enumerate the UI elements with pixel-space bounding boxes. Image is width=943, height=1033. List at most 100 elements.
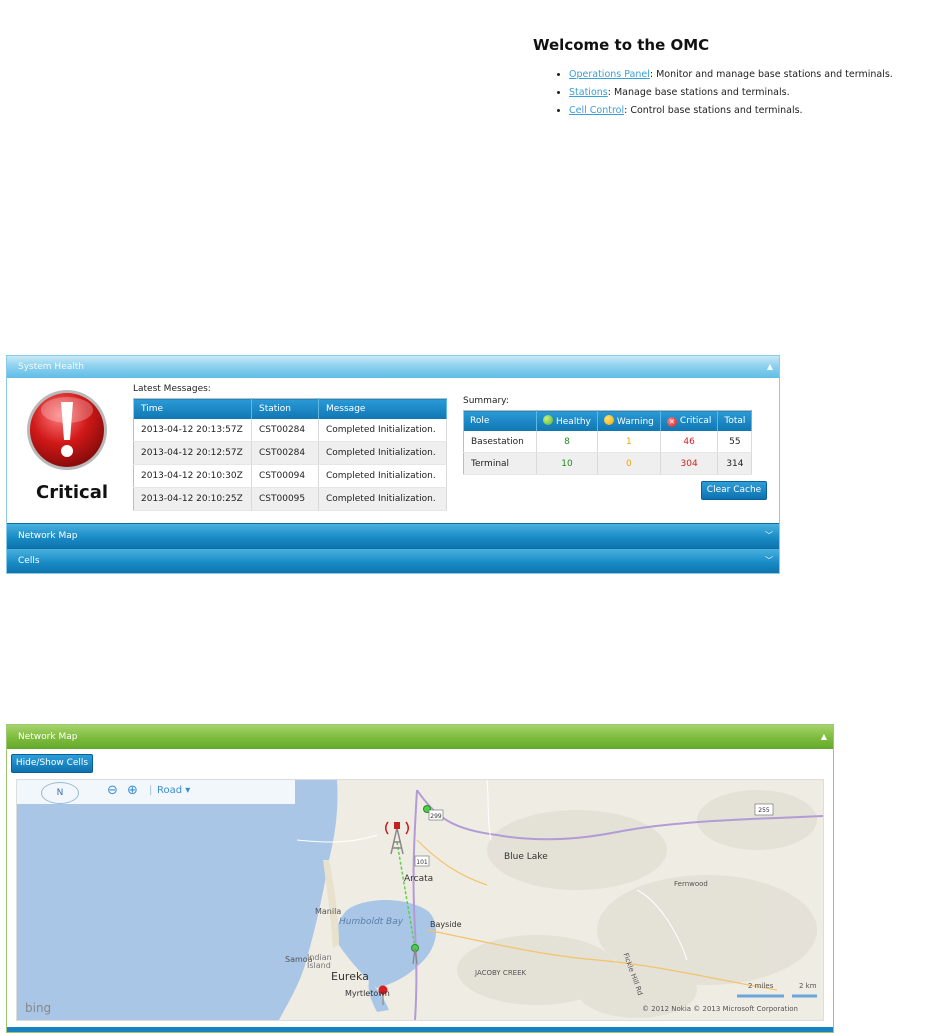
message-text: Completed Initialization. <box>318 441 447 465</box>
healthy-count: 10 <box>536 452 598 475</box>
warning-label: Warning <box>616 417 654 427</box>
total-count: 314 <box>717 452 753 475</box>
system-health-title: System Health <box>18 362 84 372</box>
map-canvas[interactable]: 299 101 255 <box>17 780 823 1020</box>
toolbar-divider: | <box>149 785 153 796</box>
welcome-item-desc: : Control base stations and terminals. <box>624 105 803 116</box>
place-humboldt-bay: Humboldt Bay <box>339 917 404 927</box>
column-header-time[interactable]: Time <box>133 398 252 419</box>
scale-miles-label: 2 miles <box>748 982 774 990</box>
welcome-item-operations: Operations Panel: Monitor and manage bas… <box>569 66 933 84</box>
message-station: CST00094 <box>251 464 319 488</box>
welcome-item-stations: Stations: Manage base stations and termi… <box>569 84 933 102</box>
route-255-label: 255 <box>758 807 770 814</box>
critical-icon: ✕ <box>666 416 677 427</box>
network-map[interactable]: 299 101 255 Blue Lake Arcata Humboldt Ba… <box>16 779 824 1021</box>
network-map-panel: Network Map ▲ Hide/Show Cells 299 101 25… <box>6 724 834 1033</box>
route-299-label: 299 <box>430 813 442 820</box>
system-health-body: Critical Latest Messages: Time Station M… <box>7 378 779 523</box>
warning-icon <box>603 415 614 425</box>
cells-accordion-header[interactable]: Cells ﹀ <box>7 548 779 573</box>
zoom-in-icon[interactable]: ⊕ <box>127 783 138 798</box>
place-indian-island: Indian Island <box>307 953 332 970</box>
message-time: 2013-04-12 20:12:57Z <box>133 441 252 465</box>
message-text: Completed Initialization. <box>318 464 447 488</box>
latest-messages-table: Time Station Message 2013-04-12 20:13:57… <box>133 398 447 511</box>
table-row[interactable]: 2013-04-12 20:12:57Z CST00284 Completed … <box>133 441 447 465</box>
message-station: CST00284 <box>251 441 319 465</box>
warning-count: 0 <box>597 452 661 475</box>
healthy-label: Healthy <box>556 417 591 427</box>
role-name: Basestation <box>463 431 537 453</box>
expand-arrow-icon[interactable]: ﹀ <box>765 549 773 573</box>
message-text: Completed Initialization. <box>318 419 447 442</box>
network-map-title: Network Map <box>18 732 78 742</box>
place-arcata: Arcata <box>404 874 434 884</box>
place-manila: Manila <box>315 907 342 916</box>
table-row[interactable]: 2013-04-12 20:10:30Z CST00094 Completed … <box>133 464 447 488</box>
latest-messages-label: Latest Messages: <box>133 384 211 394</box>
place-bayside: Bayside <box>430 920 462 929</box>
column-header-total[interactable]: Total <box>717 410 753 431</box>
compass-icon[interactable]: N <box>41 782 79 804</box>
system-health-header[interactable]: System Health ▲ <box>7 356 779 378</box>
column-header-role[interactable]: Role <box>463 410 537 431</box>
map-copyright: © 2012 Nokia © 2013 Microsoft Corporatio… <box>642 1005 798 1013</box>
message-station: CST00284 <box>251 419 319 442</box>
healthy-count: 8 <box>536 431 598 453</box>
message-text: Completed Initialization. <box>318 487 447 511</box>
operations-panel-link[interactable]: Operations Panel <box>569 69 650 80</box>
critical-label: Critical <box>679 415 712 426</box>
system-status-label: Critical <box>36 482 109 503</box>
map-style-dropdown[interactable]: Road ▾ <box>157 785 190 796</box>
message-time: 2013-04-12 20:13:57Z <box>133 419 252 442</box>
hide-show-cells-button[interactable]: Hide/Show Cells <box>11 754 93 773</box>
map-toolbar: N ⊖ ⊕ | Road ▾ <box>17 780 295 804</box>
cells-accordion-title: Cells <box>18 556 40 566</box>
table-row[interactable]: 2013-04-12 20:10:25Z CST00095 Completed … <box>133 487 447 511</box>
table-row[interactable]: 2013-04-12 20:13:57Z CST00284 Completed … <box>133 419 447 442</box>
collapse-arrow-icon[interactable]: ▲ <box>821 725 827 749</box>
place-fernwood: Fernwood <box>674 880 708 888</box>
column-header-message[interactable]: Message <box>318 398 447 419</box>
message-time: 2013-04-12 20:10:25Z <box>133 487 252 511</box>
network-map-accordion-title: Network Map <box>18 531 78 541</box>
network-map-header[interactable]: Network Map ▲ <box>7 725 833 749</box>
network-map-accordion-header[interactable]: Network Map ﹀ <box>7 523 779 548</box>
welcome-links: Operations Panel: Monitor and manage bas… <box>533 66 933 120</box>
role-name: Terminal <box>463 452 537 475</box>
message-time: 2013-04-12 20:10:30Z <box>133 464 252 488</box>
welcome-item-desc: : Manage base stations and terminals. <box>607 87 790 98</box>
bing-logo: bing <box>25 1001 52 1015</box>
scale-km-label: 2 km <box>799 982 817 990</box>
summary-label: Summary: <box>463 396 509 406</box>
place-jacoby-creek: JACOBY CREEK <box>475 969 527 977</box>
summary-table: Role Healthy Warning ✕ Critical Total Bas… <box>463 410 753 475</box>
table-row[interactable]: Basestation 8 1 46 55 <box>463 431 753 453</box>
critical-count: 304 <box>660 452 719 475</box>
column-header-station[interactable]: Station <box>251 398 319 419</box>
critical-alert-icon <box>27 390 107 470</box>
route-101-label: 101 <box>416 859 428 866</box>
table-row[interactable]: Terminal 10 0 304 314 <box>463 452 753 475</box>
expand-arrow-icon[interactable]: ﹀ <box>765 524 773 548</box>
map-panel-footer <box>7 1027 833 1032</box>
compass-north-label: N <box>56 788 64 798</box>
place-eureka: Eureka <box>331 970 369 983</box>
zoom-out-icon[interactable]: ⊖ <box>107 783 118 798</box>
column-header-healthy[interactable]: Healthy <box>536 410 598 431</box>
stations-link[interactable]: Stations <box>569 87 608 98</box>
column-header-critical[interactable]: ✕ Critical <box>660 410 719 431</box>
system-health-accordion: System Health ▲ Critical Latest Messages… <box>6 355 780 574</box>
healthy-icon <box>543 415 553 425</box>
clear-cache-button[interactable]: Clear Cache <box>701 481 767 500</box>
place-myrtletown: Myrtletown <box>345 989 390 998</box>
welcome-item-cell-control: Cell Control: Control base stations and … <box>569 102 933 120</box>
cell-control-link[interactable]: Cell Control <box>569 105 624 116</box>
warning-count: 1 <box>597 431 661 453</box>
collapse-arrow-icon[interactable]: ▲ <box>767 356 773 378</box>
column-header-warning[interactable]: Warning <box>597 410 661 431</box>
critical-count: 46 <box>660 431 719 453</box>
welcome-title: Welcome to the OMC <box>533 36 710 54</box>
welcome-item-desc: : Monitor and manage base stations and t… <box>649 69 893 80</box>
